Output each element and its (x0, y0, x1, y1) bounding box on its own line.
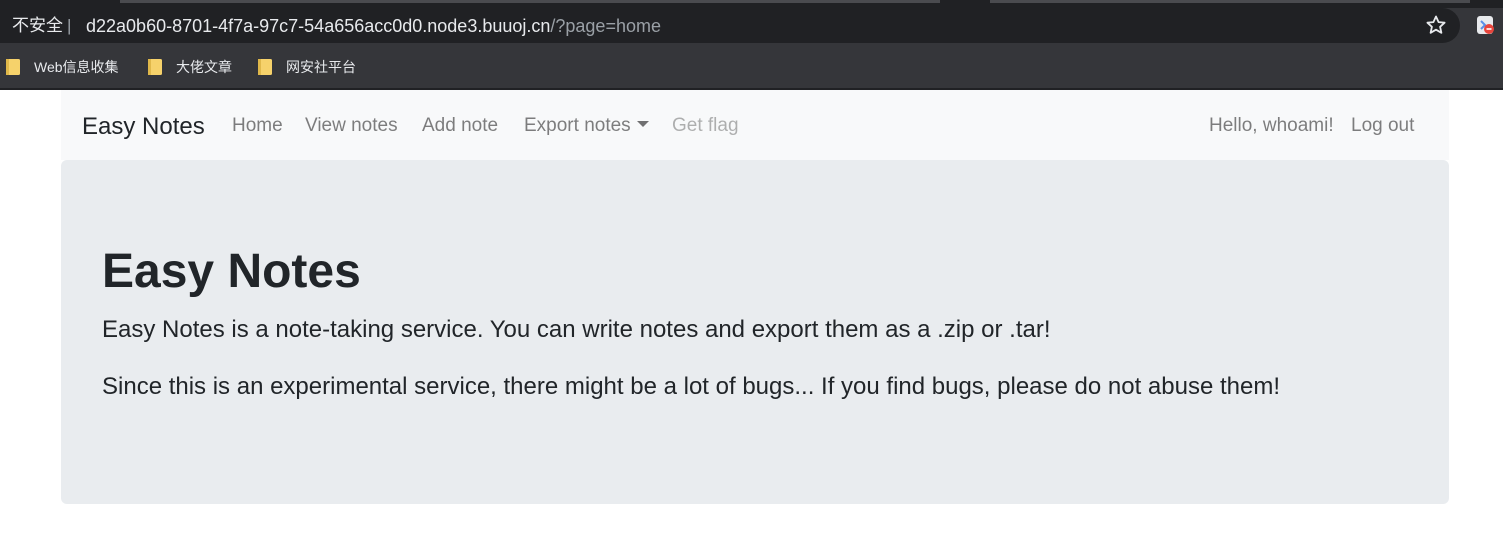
bookmark-label: Web信息收集 (34, 59, 119, 75)
nav-export-notes-label: Export notes (524, 115, 631, 136)
bookmark-label: 网安社平台 (286, 59, 356, 75)
lead-paragraph-1: Easy Notes is a note-taking service. You… (102, 316, 1051, 343)
bookmark-label: 大佬文章 (176, 59, 232, 75)
bookmark-security-platform[interactable]: 网安社平台 (258, 57, 356, 77)
lead-paragraph-2: Since this is an experimental service, t… (102, 373, 1281, 400)
security-label: 不安全 (12, 16, 63, 35)
url-path: /?page=home (550, 16, 661, 36)
page-content: Easy Notes Home View notes Add note Expo… (0, 90, 1503, 555)
nav-home[interactable]: Home (232, 114, 283, 138)
bookmarks-bar: Web信息收集 大佬文章 网安社平台 (0, 50, 1503, 84)
page-title: Easy Notes (102, 245, 361, 298)
caret-down-icon (636, 121, 649, 127)
jumbotron: Easy Notes Easy Notes is a note-taking s… (61, 160, 1449, 504)
nav-view-notes[interactable]: View notes (305, 114, 398, 138)
logout-link[interactable]: Log out (1351, 114, 1414, 138)
address-bar[interactable]: 不安全 | d22a0b60-8701-4f7a-97c7-54a656acc0d… (0, 8, 1460, 43)
tab-edge (120, 0, 940, 3)
extension-icon[interactable] (1476, 14, 1496, 36)
browser-chrome: 不安全 | d22a0b60-8701-4f7a-97c7-54a656acc0d… (0, 0, 1503, 90)
navbar-brand[interactable]: Easy Notes (82, 112, 205, 142)
bookmark-articles[interactable]: 大佬文章 (148, 57, 232, 77)
nav-export-notes-dropdown[interactable]: Export notes (524, 114, 649, 138)
bookmark-star-icon[interactable] (1424, 13, 1448, 37)
url-host: d22a0b60-8701-4f7a-97c7-54a656acc0d0.nod… (86, 16, 551, 36)
folder-icon (258, 59, 272, 75)
url-text[interactable]: d22a0b60-8701-4f7a-97c7-54a656acc0d0.nod… (86, 16, 661, 36)
folder-icon (6, 59, 20, 75)
folder-icon (148, 59, 162, 75)
security-indicator[interactable]: 不安全 | (12, 16, 71, 36)
navbar: Easy Notes Home View notes Add note Expo… (61, 90, 1449, 160)
tab-edge (990, 0, 1470, 3)
nav-add-note[interactable]: Add note (422, 114, 498, 138)
bookmark-web-info[interactable]: Web信息收集 (6, 57, 119, 77)
nav-get-flag[interactable]: Get flag (672, 114, 739, 138)
security-separator: | (67, 16, 72, 35)
user-greeting: Hello, whoami! (1209, 115, 1334, 136)
